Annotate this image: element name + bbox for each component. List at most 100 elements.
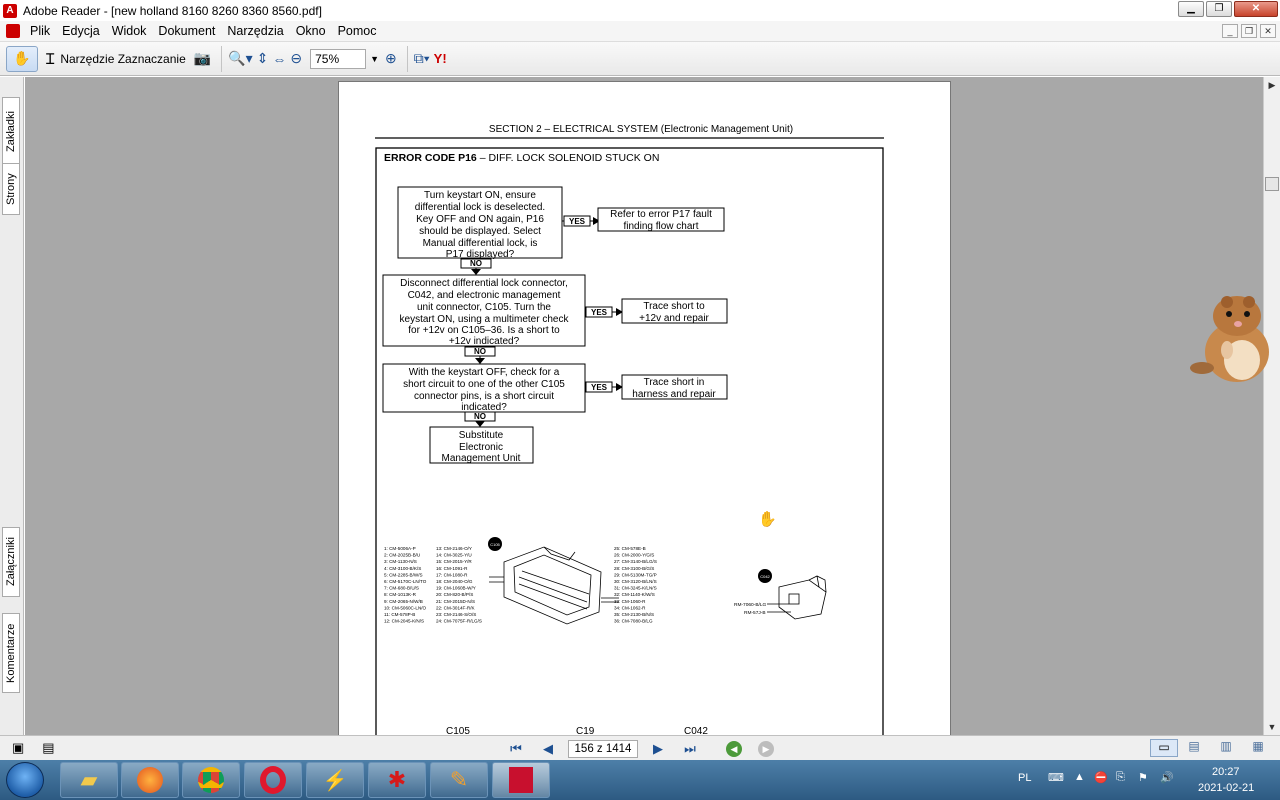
result-box-1-line: finding flow chart — [623, 221, 698, 232]
camera-icon: 📷 — [193, 50, 212, 66]
connector-pin-label: 19: CM-1060B-W/Y — [436, 586, 476, 591]
clock-time[interactable]: 20:27 — [1212, 766, 1240, 778]
flow-box-2-line: Disconnect differential lock connector, — [400, 278, 568, 289]
zoom-dropdown-icon[interactable]: ▼ — [370, 54, 379, 64]
menu-edit[interactable]: Edycja — [56, 24, 106, 38]
toolbar: ✋ Ɪ Narzędzie Zaznaczanie 📷 🔍▾ ⇕ ⇔ ⊖ 75%… — [0, 42, 1280, 76]
clock-date[interactable]: 2021-02-21 — [1198, 782, 1254, 794]
zoom-in-button[interactable]: ⊕ — [385, 46, 397, 72]
c105-badge-label: C105 — [490, 542, 500, 547]
menu-tools[interactable]: Narzędzia — [221, 24, 289, 38]
continuous-layout-icon[interactable]: ▤ — [1178, 739, 1210, 757]
doc-restore-button[interactable]: ❐ — [1241, 24, 1257, 38]
scroll-right-arrow-icon[interactable]: ▶ — [1264, 77, 1280, 93]
hamster-desktop-pet[interactable] — [1187, 290, 1277, 390]
continuous-facing-layout-icon[interactable]: ▦ — [1242, 739, 1274, 757]
green-app-icon: ⚡ — [322, 769, 348, 792]
tray-expand-icon[interactable]: ▲ — [1074, 771, 1085, 783]
taskbar-adobe-reader[interactable] — [492, 762, 550, 798]
label-c042: C042 — [684, 726, 708, 735]
page-layout-button[interactable]: ⧉▾ — [414, 46, 430, 72]
next-page-button[interactable]: ▶ — [647, 739, 669, 759]
tab-bookmarks[interactable]: Zakładki — [2, 97, 20, 167]
snapshot-button[interactable]: 📷 — [194, 46, 211, 72]
connector-pin-label: 32: CM-1140-K/W/S — [614, 592, 655, 597]
vertical-scrollbar[interactable]: ▶ ▼ — [1263, 77, 1280, 735]
maximize-button[interactable]: ❐ — [1206, 1, 1232, 17]
page-content: SECTION 2 – ELECTRICAL SYSTEM (Electroni… — [375, 124, 884, 735]
tab-comments[interactable]: Komentarze — [2, 613, 20, 693]
extra-tool-button[interactable]: Y! — [434, 46, 447, 72]
network-icon[interactable]: ⛔ — [1094, 771, 1108, 784]
connector-pin-label: 5: CM-2285-B/W/S — [384, 572, 423, 577]
single-page-layout-icon[interactable]: ▭ — [1150, 739, 1178, 757]
keyboard-icon[interactable]: ⌨ — [1048, 771, 1064, 784]
yahoo-toolbar-icon: Y! — [433, 51, 447, 66]
scrollbar-thumb[interactable] — [1265, 177, 1279, 191]
menu-file[interactable]: Plik — [24, 24, 56, 38]
select-tool-button[interactable]: Ɪ Narzędzie Zaznaczanie — [42, 46, 190, 72]
firefox-icon — [137, 767, 163, 793]
zoom-tool-button[interactable]: 🔍▾ — [228, 46, 252, 72]
connector-pin-label: 9: CM-2065-N/W/B — [384, 599, 423, 604]
connector-pin-label: 11: CM-578P-B — [384, 612, 415, 617]
flow-box-4-line: Electronic — [459, 442, 503, 453]
flag-icon[interactable]: ⚑ — [1138, 771, 1148, 784]
previous-page-button[interactable]: ◀ — [537, 739, 559, 759]
taskbar-firefox[interactable] — [121, 762, 179, 798]
document-view[interactable]: SECTION 2 – ELECTRICAL SYSTEM (Electroni… — [25, 77, 1263, 735]
connector-pin-label: 3: CM-1130-N/S — [384, 559, 417, 564]
no-arrowhead-3 — [475, 421, 485, 427]
first-page-button[interactable]: ⏮ — [505, 739, 527, 759]
menu-document[interactable]: Dokument — [152, 24, 221, 38]
flow-box-3-line: short circuit to one of the other C105 — [403, 379, 565, 390]
taskbar-chrome[interactable] — [182, 762, 240, 798]
language-indicator[interactable]: PL — [1018, 772, 1031, 784]
fit-height-button[interactable]: ⇕ — [257, 46, 269, 72]
panel-toggle-icon[interactable]: ▣ — [12, 740, 24, 756]
previous-view-button[interactable]: ◀ — [726, 740, 742, 757]
connector-pin-label: 22: CM-3014F-R/K — [436, 605, 475, 610]
flow-box-2-line: unit connector, C105. Turn the — [417, 302, 551, 313]
flow-box-1-line: Turn keystart ON, ensure — [424, 190, 536, 201]
volume-icon[interactable]: 🔊 — [1160, 771, 1174, 784]
fit-width-button[interactable]: ⇔ — [272, 46, 286, 72]
window-title: Adobe Reader - [new holland 8160 8260 83… — [23, 3, 322, 18]
document-properties-icon[interactable]: ▤ — [42, 740, 54, 756]
flow-box-3-line: With the keystart OFF, check for a — [409, 367, 560, 378]
last-page-button[interactable]: ⏭ — [679, 739, 701, 759]
minimize-button[interactable]: ▁ — [1178, 1, 1204, 17]
tab-attachments[interactable]: Załączniki — [2, 527, 20, 597]
taskbar-opera[interactable] — [244, 762, 302, 798]
usb-icon[interactable]: ⎘ — [1116, 771, 1125, 784]
connector-pin-label: 27: CM-3140-B/LG/S — [614, 559, 657, 564]
taskbar-app-pencil[interactable]: ✎ — [430, 762, 488, 798]
taskbar-app-red[interactable]: ✱ — [368, 762, 426, 798]
page-number-input[interactable]: 156 z 1414 — [568, 739, 638, 758]
zoom-level-input[interactable]: 75% — [310, 48, 367, 69]
facing-layout-icon[interactable]: ▥ — [1210, 739, 1242, 757]
taskbar-app-green[interactable]: ⚡ — [306, 762, 364, 798]
menu-window[interactable]: Okno — [290, 24, 332, 38]
scroll-down-arrow-icon[interactable]: ▼ — [1264, 719, 1280, 735]
hand-tool-button[interactable]: ✋ — [6, 45, 38, 72]
connector-pin-label: 13: CM-2146-O/Y — [436, 546, 472, 551]
menu-bar: Plik Edycja Widok Dokument Narzędzia Okn… — [0, 21, 1280, 42]
connector-pin-label: 30: CM-3120-B/LN/S — [614, 579, 657, 584]
connector-pin-label: 36: CM-7080-B/LG — [614, 619, 653, 624]
next-view-button[interactable]: ▶ — [758, 740, 774, 757]
doc-close-button[interactable]: ✕ — [1260, 24, 1276, 38]
connector-pin-label: 26: CM-2000-Y/G/S — [614, 553, 654, 558]
menu-view[interactable]: Widok — [106, 24, 153, 38]
doc-minimize-button[interactable]: _ — [1222, 24, 1238, 38]
document-icon[interactable] — [6, 24, 20, 38]
connector-pin-label: 12: CM-2045-K/N/S — [384, 619, 424, 624]
start-button[interactable] — [6, 762, 44, 798]
zoom-out-button[interactable]: ⊖ — [290, 46, 302, 72]
taskbar-explorer[interactable]: ▰ — [60, 762, 118, 798]
tab-pages[interactable]: Strony — [2, 163, 20, 215]
connector-pin-label: 2: CM-2025B-B/U — [384, 553, 420, 558]
close-button[interactable]: ✕ — [1234, 1, 1278, 17]
menu-help[interactable]: Pomoc — [332, 24, 383, 38]
navigation-panel-tabs: Zakładki Strony Załączniki Komentarze — [0, 77, 24, 735]
